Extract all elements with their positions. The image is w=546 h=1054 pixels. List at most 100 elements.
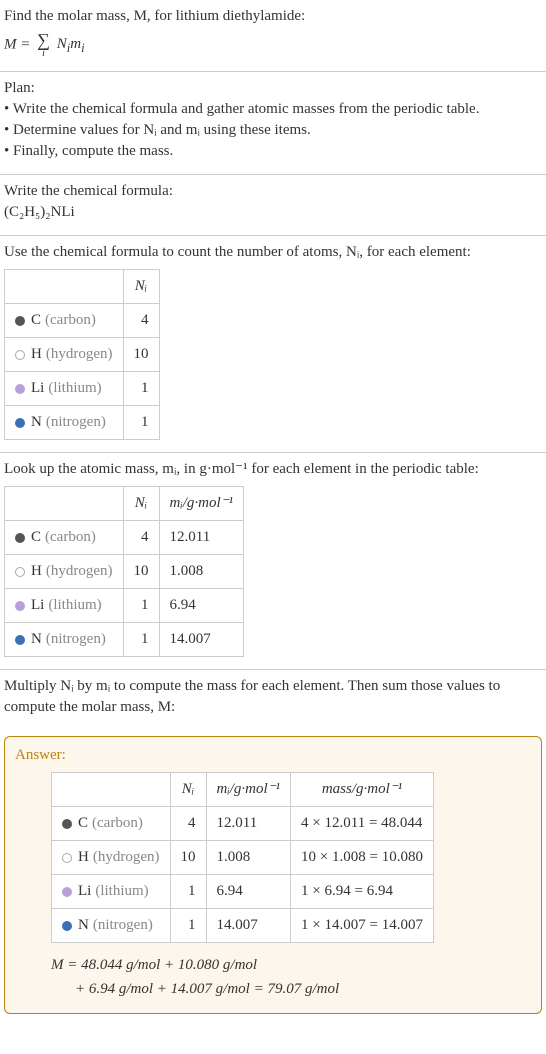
table-row: C(carbon) 4 12.011 4 × 12.011 = 48.044 [52, 807, 434, 841]
chem-heading: Write the chemical formula: [4, 181, 542, 202]
molar-mass-formula: M = ∑ i Nimi [4, 31, 542, 59]
plan-section: Plan: • Write the chemical formula and g… [0, 72, 546, 175]
hydrogen-swatch-icon [15, 567, 25, 577]
lithium-swatch-icon [15, 384, 25, 394]
table-row: Li(lithium) 1 6.94 1 × 6.94 = 6.94 [52, 875, 434, 909]
intro-text: Find the molar mass, M, for lithium diet… [4, 6, 542, 27]
atomic-mass-table: Nᵢ mᵢ/g·mol⁻¹ C(carbon) 4 12.011 H(hydro… [4, 486, 244, 657]
ni-value: 4 [170, 807, 206, 841]
elem-symbol: Li [31, 597, 44, 613]
plan-heading: Plan: [4, 78, 542, 99]
atomic-mass-section: Look up the atomic mass, mᵢ, in g·mol⁻¹ … [0, 453, 546, 670]
ni-value: 10 [123, 555, 159, 589]
table-row: N(nitrogen) 1 14.007 [5, 623, 244, 657]
elem-name: (hydrogen) [46, 346, 113, 362]
plan-item-1: • Write the chemical formula and gather … [4, 99, 542, 120]
mass-header: mass/g·mol⁻¹ [291, 773, 434, 807]
elem-name: (nitrogen) [46, 414, 106, 430]
multiply-text: Multiply Nᵢ by mᵢ to compute the mass fo… [4, 676, 542, 718]
mi-value: 1.008 [159, 555, 244, 589]
nitrogen-swatch-icon [15, 418, 25, 428]
mass-value: 1 × 14.007 = 14.007 [291, 909, 434, 943]
atom-count-table: Nᵢ C(carbon) 4 H(hydrogen) 10 Li(lithium… [4, 269, 160, 440]
elem-symbol: Li [31, 380, 44, 396]
elem-symbol: N [78, 917, 89, 933]
table-row: H(hydrogen) 10 1.008 [5, 555, 244, 589]
table-row: Li(lithium) 1 6.94 [5, 589, 244, 623]
blank-header [5, 487, 124, 521]
nitrogen-swatch-icon [62, 921, 72, 931]
ni-header: Nᵢ [170, 773, 206, 807]
mi-value: 6.94 [159, 589, 244, 623]
ni-header: Nᵢ [123, 487, 159, 521]
table1-intro: Use the chemical formula to count the nu… [4, 242, 542, 263]
sigma-index: i [42, 49, 45, 59]
atom-count-section: Use the chemical formula to count the nu… [0, 236, 546, 453]
hydrogen-swatch-icon [15, 350, 25, 360]
elem-symbol: N [31, 414, 42, 430]
hydrogen-swatch-icon [62, 853, 72, 863]
table-header-row: Nᵢ mᵢ/g·mol⁻¹ mass/g·mol⁻¹ [52, 773, 434, 807]
ni-value: 1 [123, 623, 159, 657]
table2-intro: Look up the atomic mass, mᵢ, in g·mol⁻¹ … [4, 459, 542, 480]
table-header-row: Nᵢ [5, 270, 160, 304]
final-line1: M = 48.044 g/mol + 10.080 g/mol [51, 953, 531, 977]
carbon-swatch-icon [15, 316, 25, 326]
elem-symbol: Li [78, 883, 91, 899]
answer-table: Nᵢ mᵢ/g·mol⁻¹ mass/g·mol⁻¹ C(carbon) 4 1… [51, 772, 434, 943]
ni-value: 1 [170, 875, 206, 909]
ni-value: 10 [123, 338, 159, 372]
elem-name: (carbon) [92, 815, 143, 831]
mi-value: 12.011 [159, 521, 244, 555]
carbon-swatch-icon [15, 533, 25, 543]
table-row: Li(lithium) 1 [5, 372, 160, 406]
elem-symbol: C [78, 815, 88, 831]
ni-value: 1 [123, 372, 159, 406]
elem-symbol: H [78, 849, 89, 865]
plan-item-3: • Finally, compute the mass. [4, 141, 542, 162]
mi-header: mᵢ/g·mol⁻¹ [159, 487, 244, 521]
elem-name: (nitrogen) [93, 917, 153, 933]
mi-value: 14.007 [206, 909, 291, 943]
mi-value: 1.008 [206, 841, 291, 875]
elem-symbol: N [31, 631, 42, 647]
answer-content: Nᵢ mᵢ/g·mol⁻¹ mass/g·mol⁻¹ C(carbon) 4 1… [15, 772, 531, 1001]
final-line2: + 6.94 g/mol + 14.007 g/mol = 79.07 g/mo… [51, 977, 531, 1001]
blank-header [5, 270, 124, 304]
table-row: C(carbon) 4 12.011 [5, 521, 244, 555]
lithium-swatch-icon [15, 601, 25, 611]
plan-item-2: • Determine values for Nᵢ and mᵢ using t… [4, 120, 542, 141]
mass-value: 10 × 1.008 = 10.080 [291, 841, 434, 875]
elem-name: (carbon) [45, 312, 96, 328]
ni-value: 4 [123, 304, 159, 338]
blank-header [52, 773, 171, 807]
elem-name: (lithium) [48, 380, 101, 396]
ni-value: 1 [123, 589, 159, 623]
answer-box: Answer: Nᵢ mᵢ/g·mol⁻¹ mass/g·mol⁻¹ C(car… [4, 736, 542, 1014]
lithium-swatch-icon [62, 887, 72, 897]
intro-section: Find the molar mass, M, for lithium diet… [0, 0, 546, 72]
elem-symbol: H [31, 563, 42, 579]
formula-lhs: M = [4, 36, 34, 52]
table-row: H(hydrogen) 10 1.008 10 × 1.008 = 10.080 [52, 841, 434, 875]
ni-value: 10 [170, 841, 206, 875]
mass-value: 4 × 12.011 = 48.044 [291, 807, 434, 841]
mi-value: 6.94 [206, 875, 291, 909]
elem-name: (nitrogen) [46, 631, 106, 647]
final-equation: M = 48.044 g/mol + 10.080 g/mol + 6.94 g… [51, 953, 531, 1001]
elem-name: (lithium) [48, 597, 101, 613]
table-row: H(hydrogen) 10 [5, 338, 160, 372]
elem-name: (carbon) [45, 529, 96, 545]
sigma-icon: ∑ i [37, 31, 50, 59]
multiply-section: Multiply Nᵢ by mᵢ to compute the mass fo… [0, 670, 546, 730]
carbon-swatch-icon [62, 819, 72, 829]
sigma-symbol: ∑ [37, 31, 50, 49]
table-row: C(carbon) 4 [5, 304, 160, 338]
ni-value: 1 [123, 406, 159, 440]
answer-title: Answer: [15, 745, 531, 766]
mass-value: 1 × 6.94 = 6.94 [291, 875, 434, 909]
mi-value: 14.007 [159, 623, 244, 657]
elem-symbol: H [31, 346, 42, 362]
table-header-row: Nᵢ mᵢ/g·mol⁻¹ [5, 487, 244, 521]
ni-value: 4 [123, 521, 159, 555]
